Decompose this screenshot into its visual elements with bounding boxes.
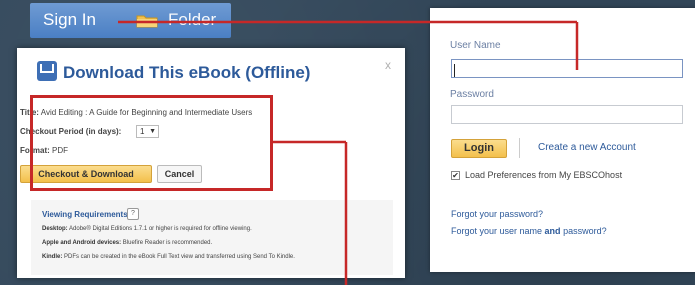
- forgot-username-suffix: password?: [560, 226, 607, 236]
- requirement-mobile: Apple and Android devices: Bluefire Read…: [42, 240, 212, 246]
- load-preferences-checkbox[interactable]: ✔: [451, 171, 460, 180]
- forgot-password-link[interactable]: Forgot your password?: [451, 209, 543, 219]
- forgot-username-link[interactable]: Forgot your user name and password?: [451, 226, 607, 236]
- kindle-label: Kindle:: [42, 254, 63, 260]
- password-label: Password: [450, 89, 494, 100]
- help-icon[interactable]: ?: [127, 208, 139, 220]
- folder-icon[interactable]: [136, 13, 158, 28]
- folder-link[interactable]: Folder: [168, 10, 216, 30]
- text-caret: [454, 64, 455, 77]
- requirement-desktop: Desktop: Adobe® Digital Editions 1.7.1 o…: [42, 226, 252, 232]
- username-input[interactable]: [451, 59, 683, 78]
- divider: [519, 138, 520, 158]
- close-icon[interactable]: x: [385, 58, 391, 72]
- desktop-label: Desktop:: [42, 226, 68, 232]
- requirements-title: Viewing Requirements: [42, 210, 128, 219]
- highlight-box: [30, 95, 273, 191]
- password-input[interactable]: [451, 105, 683, 124]
- dialog-title: Download This eBook (Offline): [63, 63, 311, 82]
- requirement-kindle: Kindle: PDFs can be created in the eBook…: [42, 254, 295, 260]
- mobile-text: Bluefire Reader is recommended.: [122, 240, 213, 246]
- mobile-label: Apple and Android devices:: [42, 240, 122, 246]
- forgot-username-and: and: [544, 226, 561, 236]
- desktop-text: Adobe® Digital Editions 1.7.1 or higher …: [69, 226, 252, 232]
- kindle-text: PDFs can be created in the eBook Full Te…: [64, 254, 295, 260]
- signin-link[interactable]: Sign In: [43, 10, 96, 30]
- login-button[interactable]: Login: [451, 139, 507, 158]
- download-icon: [37, 61, 57, 81]
- load-preferences-label: Load Preferences from My EBSCOhost: [465, 170, 623, 180]
- create-account-link[interactable]: Create a new Account: [538, 142, 636, 153]
- forgot-username-prefix: Forgot your user name: [451, 226, 545, 236]
- username-label: User Name: [450, 40, 501, 51]
